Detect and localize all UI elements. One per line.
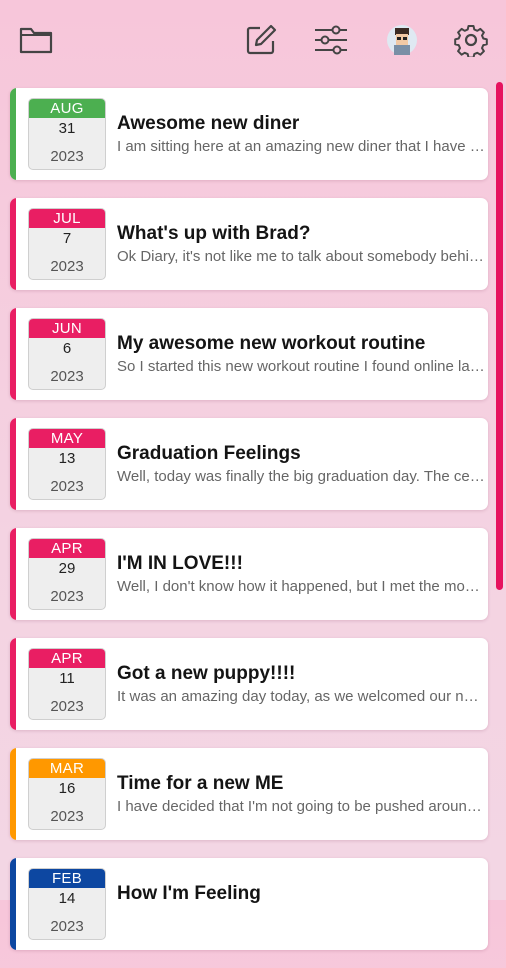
entry-preview: I am sitting here at an amazing new dine… (117, 138, 485, 155)
calendar-date-icon: AUG 31 2023 (28, 98, 106, 170)
entry-year: 2023 (50, 918, 84, 935)
entry-preview: I have decided that I'm not going to be … (117, 798, 485, 815)
entry-day: 11 (59, 670, 75, 687)
calendar-date-icon: MAR 16 2023 (28, 758, 106, 830)
top-toolbar (0, 0, 506, 82)
entry-month: MAR (29, 759, 105, 778)
entry-accent-bar (10, 88, 16, 180)
calendar-date-icon: JUN 6 2023 (28, 318, 106, 390)
entry-card[interactable]: FEB 14 2023 How I'm Feeling (10, 858, 488, 950)
filter-sliders-icon[interactable] (311, 20, 351, 60)
entry-preview: Ok Diary, it's not like me to talk about… (117, 248, 485, 265)
entry-preview: It was an amazing day today, as we welco… (117, 688, 485, 705)
entry-card[interactable]: APR 29 2023 I'M IN LOVE!!! Well, I don't… (10, 528, 488, 620)
entry-day: 6 (62, 340, 72, 357)
entry-month: APR (29, 649, 105, 668)
entry-title: Graduation Feelings (117, 443, 301, 464)
calendar-date-icon: MAY 13 2023 (28, 428, 106, 500)
entry-month: JUN (29, 319, 105, 338)
entry-accent-bar (10, 198, 16, 290)
entry-card[interactable]: MAY 13 2023 Graduation Feelings Well, to… (10, 418, 488, 510)
entry-preview: So I started this new workout routine I … (117, 358, 485, 375)
entry-day: 29 (58, 560, 76, 577)
entry-year: 2023 (50, 588, 84, 605)
entry-card[interactable]: AUG 31 2023 Awesome new diner I am sitti… (10, 88, 488, 180)
entry-year: 2023 (50, 148, 84, 165)
scrollbar[interactable] (496, 82, 503, 590)
entry-year: 2023 (50, 368, 84, 385)
entry-day: 7 (62, 230, 72, 247)
calendar-date-icon: JUL 7 2023 (28, 208, 106, 280)
entry-accent-bar (10, 638, 16, 730)
calendar-date-icon: FEB 14 2023 (28, 868, 106, 940)
entry-day: 13 (58, 450, 76, 467)
calendar-date-icon: APR 11 2023 (28, 648, 106, 720)
entry-year: 2023 (50, 478, 84, 495)
entry-accent-bar (10, 528, 16, 620)
entry-year: 2023 (50, 698, 84, 715)
gear-icon[interactable] (451, 20, 491, 60)
entry-title: I'M IN LOVE!!! (117, 553, 243, 574)
entry-month: MAY (29, 429, 105, 448)
avatar[interactable] (382, 20, 422, 60)
entry-list: AUG 31 2023 Awesome new diner I am sitti… (10, 88, 488, 968)
entry-card[interactable]: JUN 6 2023 My awesome new workout routin… (10, 308, 488, 400)
entry-title: Got a new puppy!!!! (117, 663, 296, 684)
entry-accent-bar (10, 418, 16, 510)
entry-accent-bar (10, 748, 16, 840)
entry-day: 31 (58, 120, 76, 137)
entry-day: 16 (58, 780, 76, 797)
entry-preview: Well, today was finally the big graduati… (117, 468, 485, 485)
entry-month: FEB (29, 869, 105, 888)
entry-year: 2023 (50, 808, 84, 825)
entry-card[interactable]: APR 11 2023 Got a new puppy!!!! It was a… (10, 638, 488, 730)
entry-title: What's up with Brad? (117, 223, 311, 244)
entry-title: Time for a new ME (117, 773, 284, 794)
entry-month: APR (29, 539, 105, 558)
entry-day: 14 (58, 890, 76, 907)
entry-accent-bar (10, 858, 16, 950)
entry-title: How I'm Feeling (117, 883, 261, 904)
compose-icon[interactable] (241, 20, 281, 60)
entry-preview: Well, I don't know how it happened, but … (117, 578, 485, 595)
entry-title: My awesome new workout routine (117, 333, 426, 354)
entry-card[interactable]: JUL 7 2023 What's up with Brad? Ok Diary… (10, 198, 488, 290)
entry-year: 2023 (50, 258, 84, 275)
calendar-date-icon: APR 29 2023 (28, 538, 106, 610)
entry-month: JUL (29, 209, 105, 228)
entry-title: Awesome new diner (117, 113, 300, 134)
entry-accent-bar (10, 308, 16, 400)
folder-icon[interactable] (16, 20, 56, 60)
entry-month: AUG (29, 99, 105, 118)
entry-card[interactable]: MAR 16 2023 Time for a new ME I have dec… (10, 748, 488, 840)
